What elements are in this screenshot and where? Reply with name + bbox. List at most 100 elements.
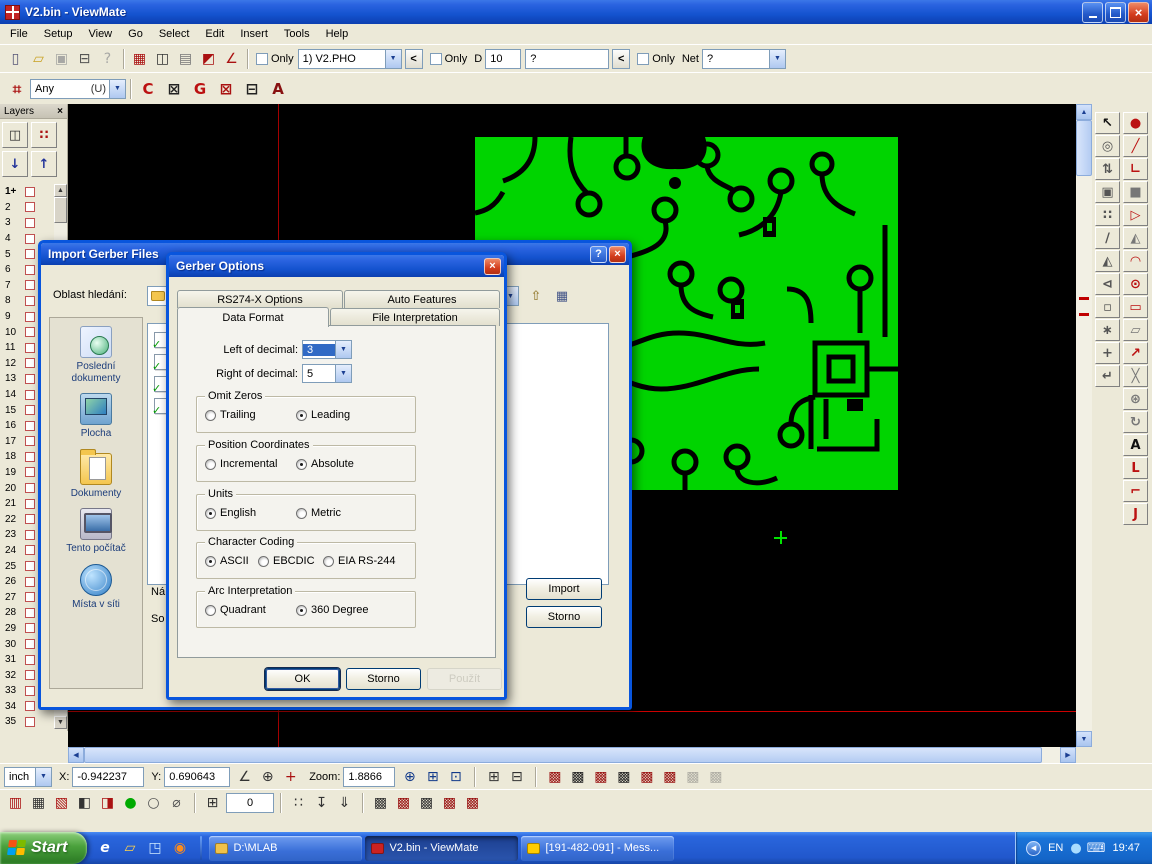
pad-tool-icon[interactable]: ● bbox=[1123, 112, 1148, 134]
gear-icon[interactable]: ⊛ bbox=[1123, 388, 1148, 410]
menu-item[interactable]: Go bbox=[120, 25, 151, 43]
grid-settings-icon[interactable]: ⊞ bbox=[201, 792, 224, 814]
mirror-mode-icon[interactable]: ▩ bbox=[681, 766, 704, 788]
layer-color-box[interactable] bbox=[25, 202, 35, 212]
y-coordinate-field[interactable]: 0.690643 bbox=[164, 767, 230, 787]
layer-color-box[interactable] bbox=[25, 234, 35, 244]
layer-color-box[interactable] bbox=[25, 390, 35, 400]
select-group-icon[interactable]: G bbox=[187, 77, 213, 101]
menu-item[interactable]: Tools bbox=[276, 25, 318, 43]
tray-network-icon[interactable]: ● bbox=[1070, 841, 1081, 856]
vector-tool-icon[interactable]: ↗ bbox=[1123, 342, 1148, 364]
layer-color-box[interactable] bbox=[25, 592, 35, 602]
triangle-tool-icon[interactable]: ▷ bbox=[1123, 204, 1148, 226]
radio-quadrant[interactable]: Quadrant bbox=[205, 604, 266, 616]
scroll-left-icon[interactable]: ◀ bbox=[68, 747, 84, 763]
layer-color-box[interactable] bbox=[25, 639, 35, 649]
print-icon[interactable]: ⊟ bbox=[73, 48, 96, 70]
grid-value-field[interactable]: 0 bbox=[226, 793, 274, 813]
task-button[interactable]: V2.bin - ViewMate bbox=[365, 836, 518, 861]
filled-rect-tool-icon[interactable]: ■ bbox=[1123, 181, 1148, 203]
snap-anchor-icon[interactable]: ↧ bbox=[310, 792, 333, 814]
sel-pattern-2-icon[interactable]: ▩ bbox=[392, 792, 415, 814]
zoom-in-icon[interactable]: ⊕ bbox=[398, 766, 421, 788]
rotate-tool-icon[interactable]: ↻ bbox=[1123, 411, 1148, 433]
move-layer-down-icon[interactable]: ↓ bbox=[2, 151, 28, 177]
x-coordinate-field[interactable]: -0.942237 bbox=[72, 767, 144, 787]
menu-item[interactable]: Select bbox=[151, 25, 198, 43]
save-icon[interactable]: ▣ bbox=[50, 48, 73, 70]
label-tool-icon[interactable]: L bbox=[1123, 457, 1148, 479]
layer-color-box[interactable] bbox=[25, 374, 35, 384]
zoom-window-icon[interactable]: ⊞ bbox=[421, 766, 444, 788]
cut-tool-icon[interactable]: ╳ bbox=[1123, 365, 1148, 387]
grid-toggle-icon[interactable]: ⊞ bbox=[482, 766, 505, 788]
maximize-button[interactable] bbox=[1105, 2, 1126, 23]
layer-color-box[interactable] bbox=[25, 280, 35, 290]
layer-color-box[interactable] bbox=[25, 530, 35, 540]
radio-leading[interactable]: Leading bbox=[296, 409, 350, 421]
context-help-icon[interactable]: ? bbox=[96, 48, 119, 70]
scroll-down-icon[interactable]: ▼ bbox=[54, 716, 67, 729]
layers-table-icon[interactable]: ◫ bbox=[2, 122, 28, 148]
hatch-icon[interactable]: ∷ bbox=[1095, 204, 1120, 226]
measure-angle-icon[interactable]: ∠ bbox=[233, 766, 256, 788]
layer-color-box[interactable] bbox=[25, 452, 35, 462]
place-recent-documents[interactable]: Poslední dokumenty bbox=[53, 326, 139, 384]
swap-layers-icon[interactable]: ⇅ bbox=[1095, 158, 1120, 180]
layer-color-box[interactable] bbox=[25, 421, 35, 431]
chevron-down-icon[interactable]: ▼ bbox=[769, 50, 785, 68]
minimize-button[interactable] bbox=[1082, 2, 1103, 23]
layer-color-box[interactable] bbox=[25, 577, 35, 587]
sel-pattern-3-icon[interactable]: ▩ bbox=[415, 792, 438, 814]
cancel-button[interactable]: Storno bbox=[526, 606, 602, 628]
prev-dcode-button[interactable]: < bbox=[612, 49, 630, 69]
zoom-value-field[interactable]: 1.8866 bbox=[343, 767, 395, 787]
select-pad-icon[interactable]: ⊠ bbox=[161, 77, 187, 101]
frame-icon[interactable]: ▫ bbox=[1095, 296, 1120, 318]
select-ring-icon[interactable]: ◎ bbox=[1095, 135, 1120, 157]
layer-color-box[interactable] bbox=[25, 405, 35, 415]
layer-color-box[interactable] bbox=[25, 327, 35, 337]
sel-pattern-4-icon[interactable]: ▩ bbox=[438, 792, 461, 814]
view-menu-icon[interactable]: ▦ bbox=[551, 285, 573, 307]
up-one-level-icon[interactable]: ⇧ bbox=[525, 285, 547, 307]
draw-mode-icon[interactable]: ▩ bbox=[566, 766, 589, 788]
vertical-scrollbar[interactable]: ▲ ▼ bbox=[1076, 104, 1092, 747]
select-window-icon[interactable]: ⊟ bbox=[239, 77, 265, 101]
layer-color-box[interactable] bbox=[25, 483, 35, 493]
trace-mode-icon[interactable]: ▩ bbox=[612, 766, 635, 788]
left-of-decimal-select[interactable]: 3 ▼ bbox=[302, 340, 352, 359]
slash-icon[interactable]: ∕ bbox=[1095, 227, 1120, 249]
tray-keyboard-icon[interactable]: ⌨ bbox=[1087, 841, 1106, 856]
cancel-button[interactable]: Storno bbox=[346, 668, 421, 690]
start-button[interactable]: Start bbox=[0, 832, 87, 864]
text-tool-icon[interactable]: A bbox=[1123, 434, 1148, 456]
tab-auto-features[interactable]: Auto Features bbox=[344, 290, 500, 308]
layer-row[interactable]: 35 bbox=[2, 714, 53, 729]
radio-trailing[interactable]: Trailing bbox=[205, 409, 256, 421]
show-desktop-icon[interactable]: ◳ bbox=[143, 837, 166, 860]
layer-color-box[interactable] bbox=[25, 343, 35, 353]
pad-mode-icon[interactable]: ▩ bbox=[589, 766, 612, 788]
poly-mode-icon[interactable]: ▩ bbox=[635, 766, 658, 788]
scroll-up-icon[interactable]: ▲ bbox=[54, 184, 67, 197]
sel-pattern-5-icon[interactable]: ▩ bbox=[461, 792, 484, 814]
tab-file-interpretation[interactable]: File Interpretation bbox=[330, 308, 500, 326]
radio-360-degree[interactable]: 360 Degree bbox=[296, 604, 369, 616]
layer-color-box[interactable] bbox=[25, 717, 35, 727]
status-led-icon[interactable]: ● bbox=[119, 792, 142, 814]
aperture-lamp-icon[interactable]: ⌀ bbox=[165, 792, 188, 814]
place-network[interactable]: Místa v síti bbox=[53, 564, 139, 611]
film-copy-icon[interactable]: ▧ bbox=[50, 792, 73, 814]
report-icon[interactable]: ▤ bbox=[174, 48, 197, 70]
scroll-up-icon[interactable]: ▲ bbox=[1076, 104, 1092, 120]
rect-tool-icon[interactable]: ▭ bbox=[1123, 296, 1148, 318]
layers-close-icon[interactable]: × bbox=[57, 106, 63, 117]
radio-english[interactable]: English bbox=[205, 507, 256, 519]
place-desktop[interactable]: Plocha bbox=[53, 393, 139, 440]
flash-mode-icon[interactable]: ▩ bbox=[543, 766, 566, 788]
select-mode-icon[interactable]: ⌗ bbox=[4, 77, 30, 101]
origin-icon[interactable]: ⊕ bbox=[256, 766, 279, 788]
line-tool-icon[interactable]: ╱ bbox=[1123, 135, 1148, 157]
